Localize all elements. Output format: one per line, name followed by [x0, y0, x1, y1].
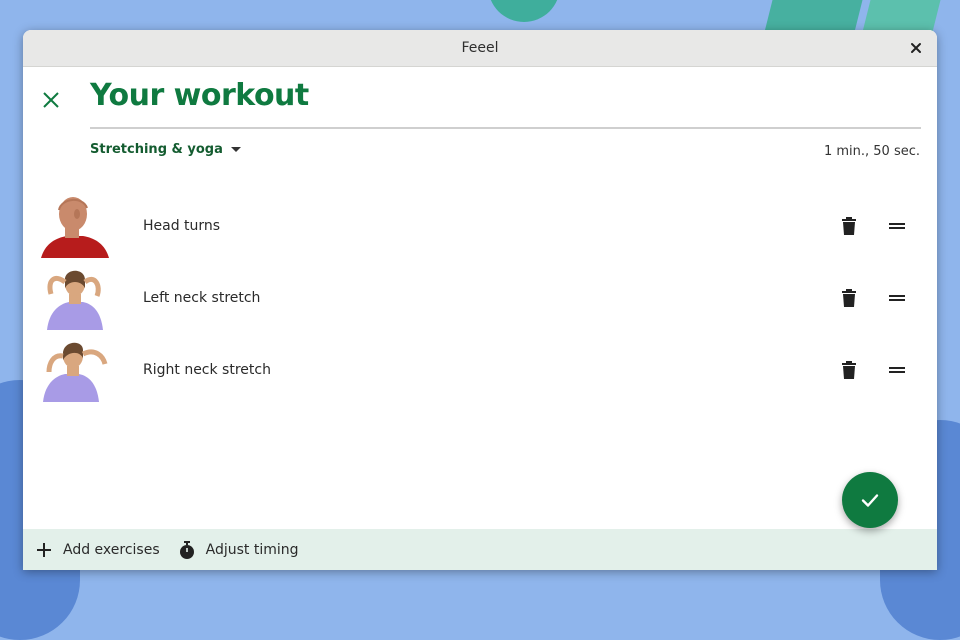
add-exercises-button[interactable]: Add exercises	[35, 541, 160, 559]
workout-duration: 1 min., 50 sec.	[823, 144, 920, 159]
category-label: Stretching & yoga	[90, 142, 223, 157]
exercise-name: Right neck stretch	[143, 362, 271, 378]
x-icon[interactable]	[39, 88, 63, 112]
trash-icon[interactable]	[839, 288, 859, 308]
title-bar[interactable]: Feeel	[23, 30, 937, 67]
drag-handle-icon[interactable]	[887, 216, 907, 236]
chevron-down-icon	[230, 147, 241, 152]
add-exercises-label: Add exercises	[63, 541, 160, 558]
drag-handle-icon[interactable]	[887, 288, 907, 308]
title-divider	[90, 127, 921, 129]
list-item[interactable]: Left neck stretch	[23, 262, 937, 334]
close-icon[interactable]	[907, 39, 925, 57]
man-head-turn-photo	[41, 197, 109, 258]
drag-handle-icon[interactable]	[887, 360, 907, 380]
woman-neck-stretch-photo	[43, 342, 108, 402]
exercise-name: Left neck stretch	[143, 290, 261, 306]
exercise-list: Head turns Left neck stretch Right neck …	[23, 190, 937, 406]
woman-neck-stretch-photo	[47, 270, 103, 330]
list-item[interactable]: Right neck stretch	[23, 334, 937, 406]
stopwatch-icon	[179, 540, 194, 559]
wallpaper-circle	[488, 0, 560, 22]
trash-icon[interactable]	[839, 360, 859, 380]
window-title: Feeel	[461, 40, 499, 56]
list-item[interactable]: Head turns	[23, 190, 937, 262]
check-icon	[861, 494, 879, 507]
adjust-timing-button[interactable]: Adjust timing	[178, 540, 299, 559]
trash-icon[interactable]	[839, 216, 859, 236]
category-dropdown[interactable]: Stretching & yoga	[90, 142, 241, 157]
adjust-timing-label: Adjust timing	[205, 541, 299, 558]
app-window: Feeel Your workout Stretching & yoga 1 m…	[23, 30, 937, 570]
exercise-name: Head turns	[143, 218, 221, 234]
plus-icon	[37, 542, 51, 557]
page-title: Your workout	[90, 78, 309, 113]
confirm-button[interactable]	[842, 472, 898, 528]
bottom-toolbar: Add exercises Adjust timing	[23, 529, 937, 570]
